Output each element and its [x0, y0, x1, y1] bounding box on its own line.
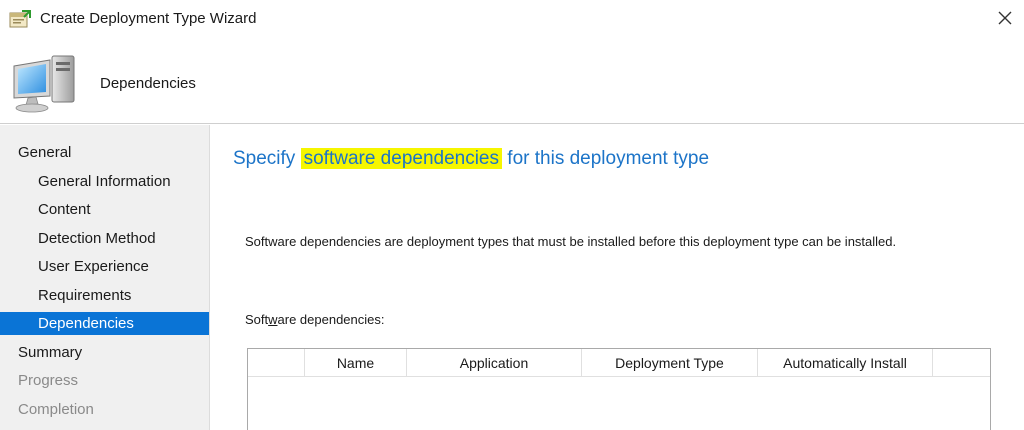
nav-item-content[interactable]: Content — [0, 198, 209, 221]
title-bar: Create Deployment Type Wizard — [0, 0, 1024, 38]
nav-item-general[interactable]: General — [0, 141, 209, 164]
description-text: Software dependencies are deployment typ… — [245, 234, 897, 249]
content-heading: Specify software dependencies for this d… — [233, 148, 709, 170]
column-header-deployment-type[interactable]: Deployment Type — [582, 349, 758, 377]
nav-item-requirements[interactable]: Requirements — [0, 284, 209, 307]
heading-text-after: for this deployment type — [502, 148, 710, 169]
column-header-name[interactable]: Name — [305, 349, 407, 377]
nav-item-dependencies[interactable]: Dependencies — [0, 312, 209, 335]
wizard-content: Specify software dependencies for this d… — [211, 125, 1024, 430]
nav-item-user-experience[interactable]: User Experience — [0, 255, 209, 278]
wizard-header: Dependencies — [0, 38, 1024, 124]
nav-item-progress: Progress — [18, 372, 79, 389]
close-button[interactable] — [986, 0, 1024, 36]
nav-item-summary[interactable]: Summary — [0, 341, 209, 364]
wizard-app-icon — [9, 9, 31, 29]
close-icon — [998, 11, 1012, 25]
nav-item-general-information[interactable]: General Information — [0, 170, 209, 193]
nav-item-completion: Completion — [18, 401, 94, 418]
list-label-pre: Soft — [245, 312, 269, 327]
heading-highlight: software dependencies — [300, 148, 503, 169]
computer-icon — [8, 50, 80, 116]
column-header-automatically-install[interactable]: Automatically Install — [758, 349, 933, 377]
page-title: Dependencies — [100, 75, 196, 92]
window-title: Create Deployment Type Wizard — [40, 10, 257, 27]
column-header-blank[interactable] — [248, 349, 305, 377]
list-label-accelerator: w — [268, 312, 278, 327]
grid-header: Name Application Deployment Type Automat… — [248, 349, 990, 377]
wizard-window: Create Deployment Type Wizard Dependenci… — [0, 0, 1024, 430]
software-dependencies-label: Software dependencies: — [245, 312, 385, 327]
column-header-application[interactable]: Application — [407, 349, 582, 377]
heading-text-before: Specify — [233, 148, 301, 169]
list-label-post: are dependencies: — [277, 312, 385, 327]
wizard-nav: General General Information Content Dete… — [0, 125, 210, 430]
nav-item-detection-method[interactable]: Detection Method — [0, 227, 209, 250]
dependencies-grid[interactable]: Name Application Deployment Type Automat… — [247, 348, 991, 430]
